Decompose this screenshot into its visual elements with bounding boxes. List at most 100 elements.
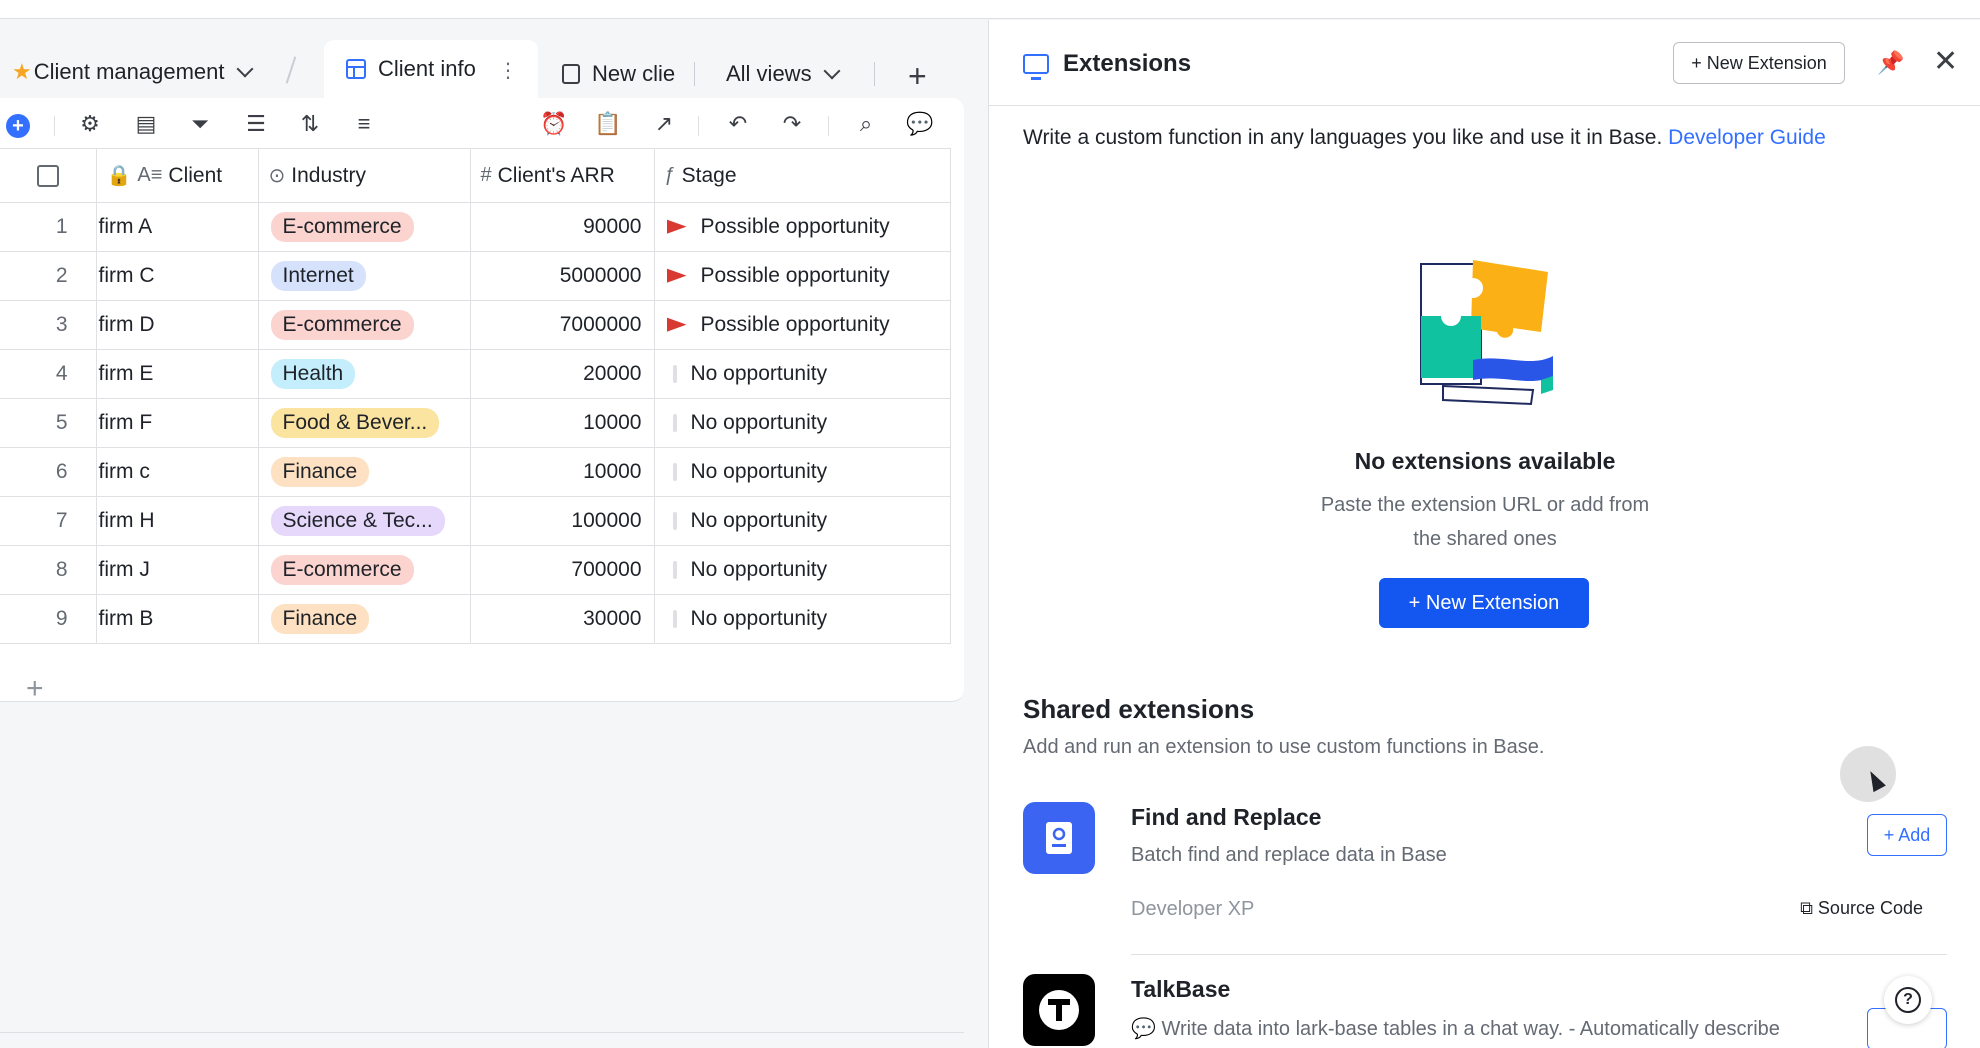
cell-arr[interactable]: 10000 bbox=[470, 447, 655, 497]
cell-industry[interactable]: E-commerce bbox=[258, 202, 471, 252]
developer-guide-link[interactable]: Developer Guide bbox=[1668, 126, 1826, 149]
extension-name: TalkBase bbox=[1131, 976, 1231, 1002]
automation-icon[interactable]: ⏰ bbox=[540, 111, 567, 136]
cell-industry[interactable]: Finance bbox=[258, 594, 471, 644]
cell-industry[interactable]: Health bbox=[258, 349, 471, 399]
table-row[interactable]: 3 firm D E-commerce 7000000 Possible opportu… bbox=[0, 300, 951, 350]
cell-client[interactable]: firm c bbox=[96, 447, 259, 497]
add-record-icon[interactable]: + bbox=[6, 114, 30, 138]
redo-icon[interactable]: ↷ bbox=[780, 111, 804, 136]
table-row[interactable]: 8 firm J E-commerce 700000 No opportunity bbox=[0, 545, 951, 595]
source-code-link[interactable]: ⧉ Source Code bbox=[1800, 898, 1923, 919]
extensions-panel: Extensions + New Extension 📌 ✕ Write a c… bbox=[988, 20, 1980, 1048]
undo-icon[interactable]: ↶ bbox=[726, 111, 750, 136]
new-extension-button[interactable]: + New Extension bbox=[1673, 42, 1845, 84]
cell-arr[interactable]: 30000 bbox=[470, 594, 655, 644]
help-button[interactable]: ? bbox=[1884, 976, 1932, 1024]
pin-icon[interactable]: 📌 bbox=[1877, 50, 1904, 76]
close-icon[interactable]: ✕ bbox=[1933, 44, 1958, 79]
cell-stage[interactable]: Possible opportunity bbox=[654, 300, 951, 350]
cell-stage[interactable]: Possible opportunity bbox=[654, 251, 951, 301]
select-all-cell[interactable] bbox=[0, 148, 97, 203]
base-name-dropdown[interactable]: ★ Client management bbox=[12, 54, 254, 90]
cell-arr[interactable]: 700000 bbox=[470, 545, 655, 595]
cell-stage[interactable]: No opportunity bbox=[654, 398, 951, 448]
table-row[interactable]: 7 firm H Science & Tec... 100000 No opportun… bbox=[0, 496, 951, 546]
cell-stage[interactable]: No opportunity bbox=[654, 447, 951, 497]
cell-client[interactable]: firm D bbox=[96, 300, 259, 350]
cell-stage[interactable]: Possible opportunity bbox=[654, 202, 951, 252]
column-header-stage[interactable]: ƒ Stage bbox=[654, 148, 951, 203]
all-views-dropdown[interactable]: All views bbox=[726, 56, 841, 92]
single-select-icon: ⊙ bbox=[268, 165, 286, 187]
panel-title-text: Extensions bbox=[1063, 50, 1192, 77]
cell-stage[interactable]: No opportunity bbox=[654, 594, 951, 644]
column-header-arr[interactable]: # Client's ARR bbox=[470, 148, 655, 203]
cell-client[interactable]: firm C bbox=[96, 251, 259, 301]
cell-stage[interactable]: No opportunity bbox=[654, 545, 951, 595]
divider bbox=[828, 116, 829, 136]
add-row-icon[interactable]: + bbox=[26, 672, 44, 706]
cell-arr[interactable]: 7000000 bbox=[470, 300, 655, 350]
divider bbox=[1131, 954, 1947, 955]
row-height-icon[interactable]: ≡ bbox=[352, 111, 376, 136]
cell-client[interactable]: firm B bbox=[96, 594, 259, 644]
filter-icon[interactable]: ⏷ bbox=[188, 111, 212, 136]
search-icon[interactable]: ⌕ bbox=[854, 111, 878, 136]
comment-icon[interactable]: 💬 bbox=[906, 111, 933, 136]
industry-tag: Finance bbox=[270, 457, 370, 487]
divider bbox=[698, 116, 699, 136]
row-number: 1 bbox=[0, 202, 97, 252]
add-extension-button[interactable]: + Add bbox=[1867, 814, 1947, 856]
tabs-bar: ★ Client management Client info ⋮ New cl… bbox=[0, 20, 988, 98]
divider bbox=[0, 1032, 964, 1033]
cell-industry[interactable]: Internet bbox=[258, 251, 471, 301]
cell-client[interactable]: firm J bbox=[96, 545, 259, 595]
cell-client[interactable]: firm A bbox=[96, 202, 259, 252]
cell-industry[interactable]: Science & Tec... bbox=[258, 496, 471, 546]
share-icon[interactable]: ↗ bbox=[652, 111, 676, 136]
cell-industry[interactable]: Food & Bever... bbox=[258, 398, 471, 448]
cell-client[interactable]: firm F bbox=[96, 398, 259, 448]
column-header-industry[interactable]: ⊙ Industry bbox=[258, 148, 471, 203]
extension-description: 💬 Write data into lark-base tables in a … bbox=[1131, 1018, 1780, 1040]
cell-client[interactable]: firm E bbox=[96, 349, 259, 399]
form-view-icon[interactable]: ▤ bbox=[134, 111, 158, 136]
clipboard-icon[interactable]: 📋 bbox=[594, 111, 621, 136]
stage-text: No opportunity bbox=[690, 362, 828, 385]
add-table-icon[interactable]: + bbox=[908, 58, 927, 95]
table-row[interactable]: 6 firm c Finance 10000 No opportunity bbox=[0, 447, 951, 497]
table-row[interactable]: 5 firm F Food & Bever... 10000 No opportunit… bbox=[0, 398, 951, 448]
cell-stage[interactable]: No opportunity bbox=[654, 349, 951, 399]
settings-icon[interactable]: ⚙ bbox=[78, 111, 102, 136]
group-icon[interactable]: ☰ bbox=[244, 111, 268, 136]
table-row[interactable]: 2 firm C Internet 5000000 Possible opportuni… bbox=[0, 251, 951, 301]
separator bbox=[285, 56, 297, 84]
sort-icon[interactable]: ⇅ bbox=[298, 111, 322, 136]
tab-new-client[interactable]: New clie bbox=[562, 56, 678, 92]
cell-arr[interactable]: 5000000 bbox=[470, 251, 655, 301]
cell-arr[interactable]: 100000 bbox=[470, 496, 655, 546]
column-label: Stage bbox=[681, 163, 737, 187]
more-options-icon[interactable]: ⋮ bbox=[498, 58, 518, 83]
cell-stage[interactable]: No opportunity bbox=[654, 496, 951, 546]
industry-tag: E-commerce bbox=[270, 555, 414, 585]
table-header-row: 🔒 A≡ Client ⊙ Industry # Client's ARR ƒ Stage bbox=[0, 148, 951, 203]
tab-client-info[interactable]: Client info ⋮ bbox=[324, 40, 538, 98]
cell-industry[interactable]: E-commerce bbox=[258, 300, 471, 350]
table-row[interactable]: 4 firm E Health 20000 No opportunity bbox=[0, 349, 951, 399]
cell-arr[interactable]: 90000 bbox=[470, 202, 655, 252]
flag-icon bbox=[672, 610, 677, 629]
find-replace-logo-icon bbox=[1023, 802, 1095, 874]
cell-industry[interactable]: Finance bbox=[258, 447, 471, 497]
table-row[interactable]: 9 firm B Finance 30000 No opportunity bbox=[0, 594, 951, 644]
cell-arr[interactable]: 20000 bbox=[470, 349, 655, 399]
column-header-client[interactable]: 🔒 A≡ Client bbox=[96, 148, 259, 203]
cell-arr[interactable]: 10000 bbox=[470, 398, 655, 448]
table-row[interactable]: 1 firm A E-commerce 90000 Possible opportuni… bbox=[0, 202, 951, 252]
cell-client[interactable]: firm H bbox=[96, 496, 259, 546]
select-all-checkbox[interactable] bbox=[37, 164, 59, 187]
description-text: Write a custom function in any languages… bbox=[1023, 126, 1663, 149]
new-extension-primary-button[interactable]: + New Extension bbox=[1379, 578, 1589, 628]
cell-industry[interactable]: E-commerce bbox=[258, 545, 471, 595]
